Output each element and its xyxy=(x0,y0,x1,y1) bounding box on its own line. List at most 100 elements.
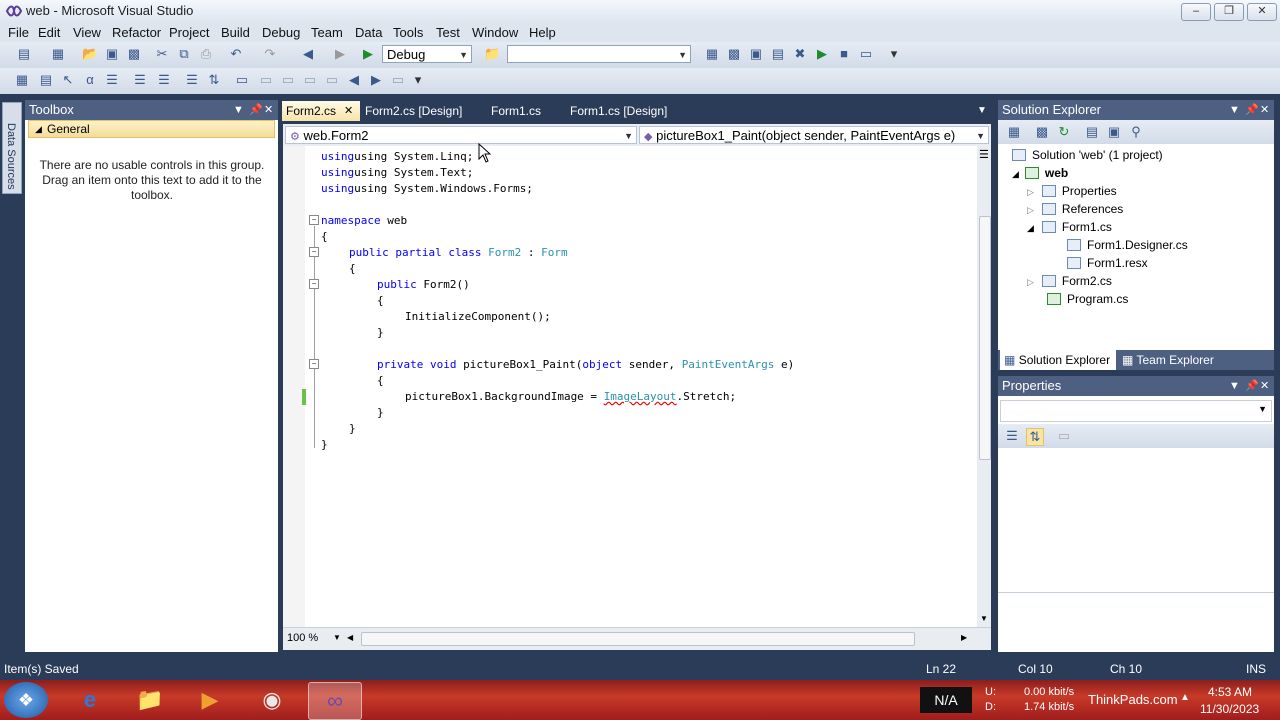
display-object-member-list-icon[interactable]: ▦ xyxy=(14,72,30,88)
toolbar-options-icon[interactable]: ▾ xyxy=(410,72,426,88)
word-completion-icon[interactable]: α xyxy=(82,72,98,88)
menu-test[interactable]: Test xyxy=(436,25,460,40)
file-explorer-icon[interactable]: 📁 xyxy=(124,682,176,718)
tree-item-properties[interactable]: ▷ Properties xyxy=(1027,183,1117,200)
comment-out-icon[interactable]: ☰ xyxy=(156,72,172,88)
tree-item-form1-cs[interactable]: ◢ Form1.cs xyxy=(1027,219,1112,236)
pin-icon[interactable]: 📌 xyxy=(249,100,263,120)
view-class-diagram-icon[interactable]: ⚲ xyxy=(1128,124,1144,140)
object-selector[interactable]: ▼ xyxy=(1000,400,1272,422)
clock-time[interactable]: 4:53 AM xyxy=(1208,685,1252,699)
quick-info-icon[interactable]: ↖ xyxy=(60,72,76,88)
scroll-thumb[interactable] xyxy=(979,216,991,460)
add-item-icon[interactable]: ▦ xyxy=(50,46,66,62)
tree-item-form2-cs[interactable]: ▷ Form2.cs xyxy=(1027,273,1112,290)
menu-window[interactable]: Window xyxy=(472,25,518,40)
extension-manager-icon[interactable]: ■ xyxy=(836,46,852,62)
clock-date[interactable]: 11/30/2023 xyxy=(1200,702,1259,716)
chevron-down-icon[interactable]: ▼ xyxy=(333,633,341,642)
open-file-icon[interactable]: 📂 xyxy=(82,46,98,62)
tree-item-program-cs[interactable]: Program.cs xyxy=(1047,291,1128,307)
uncomment-icon[interactable]: ☰ xyxy=(184,72,200,88)
tree-solution[interactable]: Solution 'web' (1 project) xyxy=(1012,147,1163,163)
collapse-constructor-icon[interactable]: − xyxy=(309,279,319,289)
decrease-indent-icon[interactable]: ☰ xyxy=(104,72,120,88)
split-icon[interactable]: ☰ xyxy=(979,148,989,161)
view-code-icon[interactable]: ▤ xyxy=(1084,124,1100,140)
tab-team-explorer[interactable]: ▦ Team Explorer xyxy=(1122,350,1214,370)
bookmark-icon[interactable]: ▭ xyxy=(234,72,250,88)
find-combo[interactable]: ▼ xyxy=(507,45,691,63)
new-project-icon[interactable]: ▤ xyxy=(16,46,32,62)
tab-form1-cs[interactable]: Form1.cs xyxy=(491,101,541,121)
tree-item-form1-resx[interactable]: Form1.resx xyxy=(1067,255,1148,271)
start-button[interactable]: ❖ xyxy=(4,682,48,718)
menu-help[interactable]: Help xyxy=(529,25,556,40)
previous-bookmark-folder-icon[interactable]: ▭ xyxy=(302,72,318,88)
start-page-icon[interactable]: ▶ xyxy=(814,46,830,62)
cut-icon[interactable]: ✂ xyxy=(154,46,170,62)
redo-icon[interactable]: ↷ xyxy=(262,46,278,62)
show-hidden-icons-icon[interactable]: ▲ xyxy=(1180,692,1190,703)
previous-bookmark-icon[interactable]: ▭ xyxy=(258,72,274,88)
window-position-icon[interactable]: ▼ xyxy=(1229,100,1240,120)
property-pages-icon[interactable]: ▭ xyxy=(1056,428,1072,444)
toolbox-icon[interactable]: ▤ xyxy=(770,46,786,62)
menu-project[interactable]: Project xyxy=(169,25,209,40)
alphabetical-icon[interactable]: ⇅ xyxy=(1026,428,1044,446)
tab-solution-explorer[interactable]: ▦ Solution Explorer xyxy=(1000,350,1116,370)
solution-explorer-icon[interactable]: ▦ xyxy=(704,46,720,62)
collapse-class-icon[interactable]: − xyxy=(309,247,319,257)
show-all-files-icon[interactable]: ▩ xyxy=(1034,124,1050,140)
close-icon[interactable]: ✕ xyxy=(1260,100,1269,120)
close-tab-icon[interactable]: ✕ xyxy=(344,101,353,121)
tab-form1-design[interactable]: Form1.cs [Design] xyxy=(570,101,667,121)
menu-debug[interactable]: Debug xyxy=(262,25,300,40)
collapse-method-icon[interactable]: − xyxy=(309,359,319,369)
view-designer-icon[interactable]: ▣ xyxy=(1106,124,1122,140)
menu-refactor[interactable]: Refactor xyxy=(112,25,161,40)
menu-file[interactable]: File xyxy=(8,25,29,40)
close-icon[interactable]: ✕ xyxy=(1260,376,1269,396)
collapse-namespace-icon[interactable]: − xyxy=(309,215,319,225)
start-debugging-icon[interactable]: ▶ xyxy=(360,46,376,62)
command-window-icon[interactable]: ▭ xyxy=(858,46,874,62)
vertical-scrollbar[interactable]: ☰ ▼ xyxy=(977,146,991,627)
window-position-icon[interactable]: ▼ xyxy=(233,100,244,120)
members-dropdown[interactable]: ◆ pictureBox1_Paint(object sender, Paint… xyxy=(639,126,989,144)
object-browser-icon[interactable]: ▣ xyxy=(748,46,764,62)
toolbar-options-icon[interactable]: ▾ xyxy=(886,46,902,62)
find-in-files-icon[interactable]: 📁 xyxy=(484,46,500,62)
paste-icon[interactable]: ⎙ xyxy=(198,46,214,62)
toolbox-group-general[interactable]: ◢ General xyxy=(28,120,275,138)
format-icon[interactable]: ⇅ xyxy=(206,72,222,88)
next-bookmark-folder-icon[interactable]: ▭ xyxy=(324,72,340,88)
increase-indent-icon[interactable]: ☰ xyxy=(132,72,148,88)
menu-data[interactable]: Data xyxy=(355,25,382,40)
window-position-icon[interactable]: ▼ xyxy=(1229,376,1240,396)
media-player-icon[interactable]: ▶ xyxy=(184,682,236,718)
menu-edit[interactable]: Edit xyxy=(38,25,60,40)
active-files-dropdown-icon[interactable]: ▼ xyxy=(977,105,987,116)
save-all-icon[interactable]: ▩ xyxy=(126,46,142,62)
minimize-button[interactable]: – xyxy=(1181,3,1211,21)
zoom-level[interactable]: 100 % xyxy=(287,632,318,644)
next-bookmark-icon[interactable]: ▭ xyxy=(280,72,296,88)
save-icon[interactable]: ▣ xyxy=(104,46,120,62)
next-bookmark-document-icon[interactable]: ▶ xyxy=(368,72,384,88)
internet-explorer-icon[interactable]: e xyxy=(64,682,116,718)
visual-studio-taskbar-icon[interactable]: ∞ xyxy=(308,682,362,720)
restore-button[interactable]: ❐ xyxy=(1214,3,1244,21)
tree-item-form1-designer[interactable]: Form1.Designer.cs xyxy=(1067,237,1188,253)
copy-icon[interactable]: ⧉ xyxy=(176,46,192,62)
tab-form2-cs[interactable]: Form2.cs ✕ xyxy=(282,101,360,121)
scroll-right-icon[interactable]: ▶ xyxy=(961,633,967,642)
navigate-forward-icon[interactable]: ▶ xyxy=(332,46,348,62)
menu-build[interactable]: Build xyxy=(221,25,250,40)
menu-tools[interactable]: Tools xyxy=(393,25,423,40)
categorized-icon[interactable]: ☰ xyxy=(1004,428,1020,444)
parameter-info-icon[interactable]: ▤ xyxy=(38,72,54,88)
horizontal-scroll-thumb[interactable] xyxy=(361,632,915,646)
scroll-left-icon[interactable]: ◀ xyxy=(347,633,353,642)
tree-project-web[interactable]: ◢ web xyxy=(1012,165,1068,182)
